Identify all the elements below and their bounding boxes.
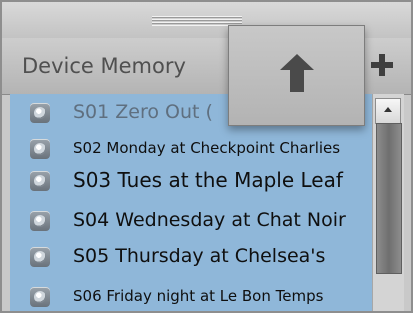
list-item[interactable]: S03 Tues at the Maple Leaf [10, 165, 372, 196]
scroll-up-button[interactable] [375, 98, 401, 124]
list-item[interactable]: S06 Friday night at Le Bon Temps [10, 281, 372, 311]
list-item[interactable]: S05 Thursday at Chelsea's [10, 241, 372, 272]
list-item-label: S01 Zero Out ( [73, 101, 213, 123]
plus-icon[interactable] [367, 50, 397, 80]
list-item[interactable]: S02 Monday at Checkpoint Charlies [10, 133, 372, 164]
list-item-label: S04 Wednesday at Chat Noir [73, 209, 346, 231]
list-item-label: S02 Monday at Checkpoint Charlies [73, 139, 341, 157]
disc-icon [30, 103, 50, 123]
list-item[interactable]: S04 Wednesday at Chat Noir [10, 205, 372, 236]
list-item-label: S06 Friday night at Le Bon Temps [73, 287, 324, 305]
disc-icon [30, 139, 50, 159]
upload-button[interactable] [228, 25, 365, 126]
list-item-label: S05 Thursday at Chelsea's [73, 245, 326, 267]
disc-icon [30, 247, 50, 267]
panel-title: Device Memory [22, 54, 186, 78]
disc-icon [30, 211, 50, 231]
list-item-label: S03 Tues at the Maple Leaf [73, 168, 343, 192]
vertical-scrollbar[interactable] [372, 94, 404, 311]
scroll-thumb[interactable] [376, 123, 402, 274]
device-memory-window: Device Memory S01 Zero Out ( S02 Monday … [0, 0, 413, 313]
disc-icon [30, 171, 50, 191]
arrow-up-icon [280, 54, 314, 92]
disc-icon [30, 287, 50, 307]
memory-list[interactable]: S01 Zero Out ( S02 Monday at Checkpoint … [10, 94, 372, 311]
